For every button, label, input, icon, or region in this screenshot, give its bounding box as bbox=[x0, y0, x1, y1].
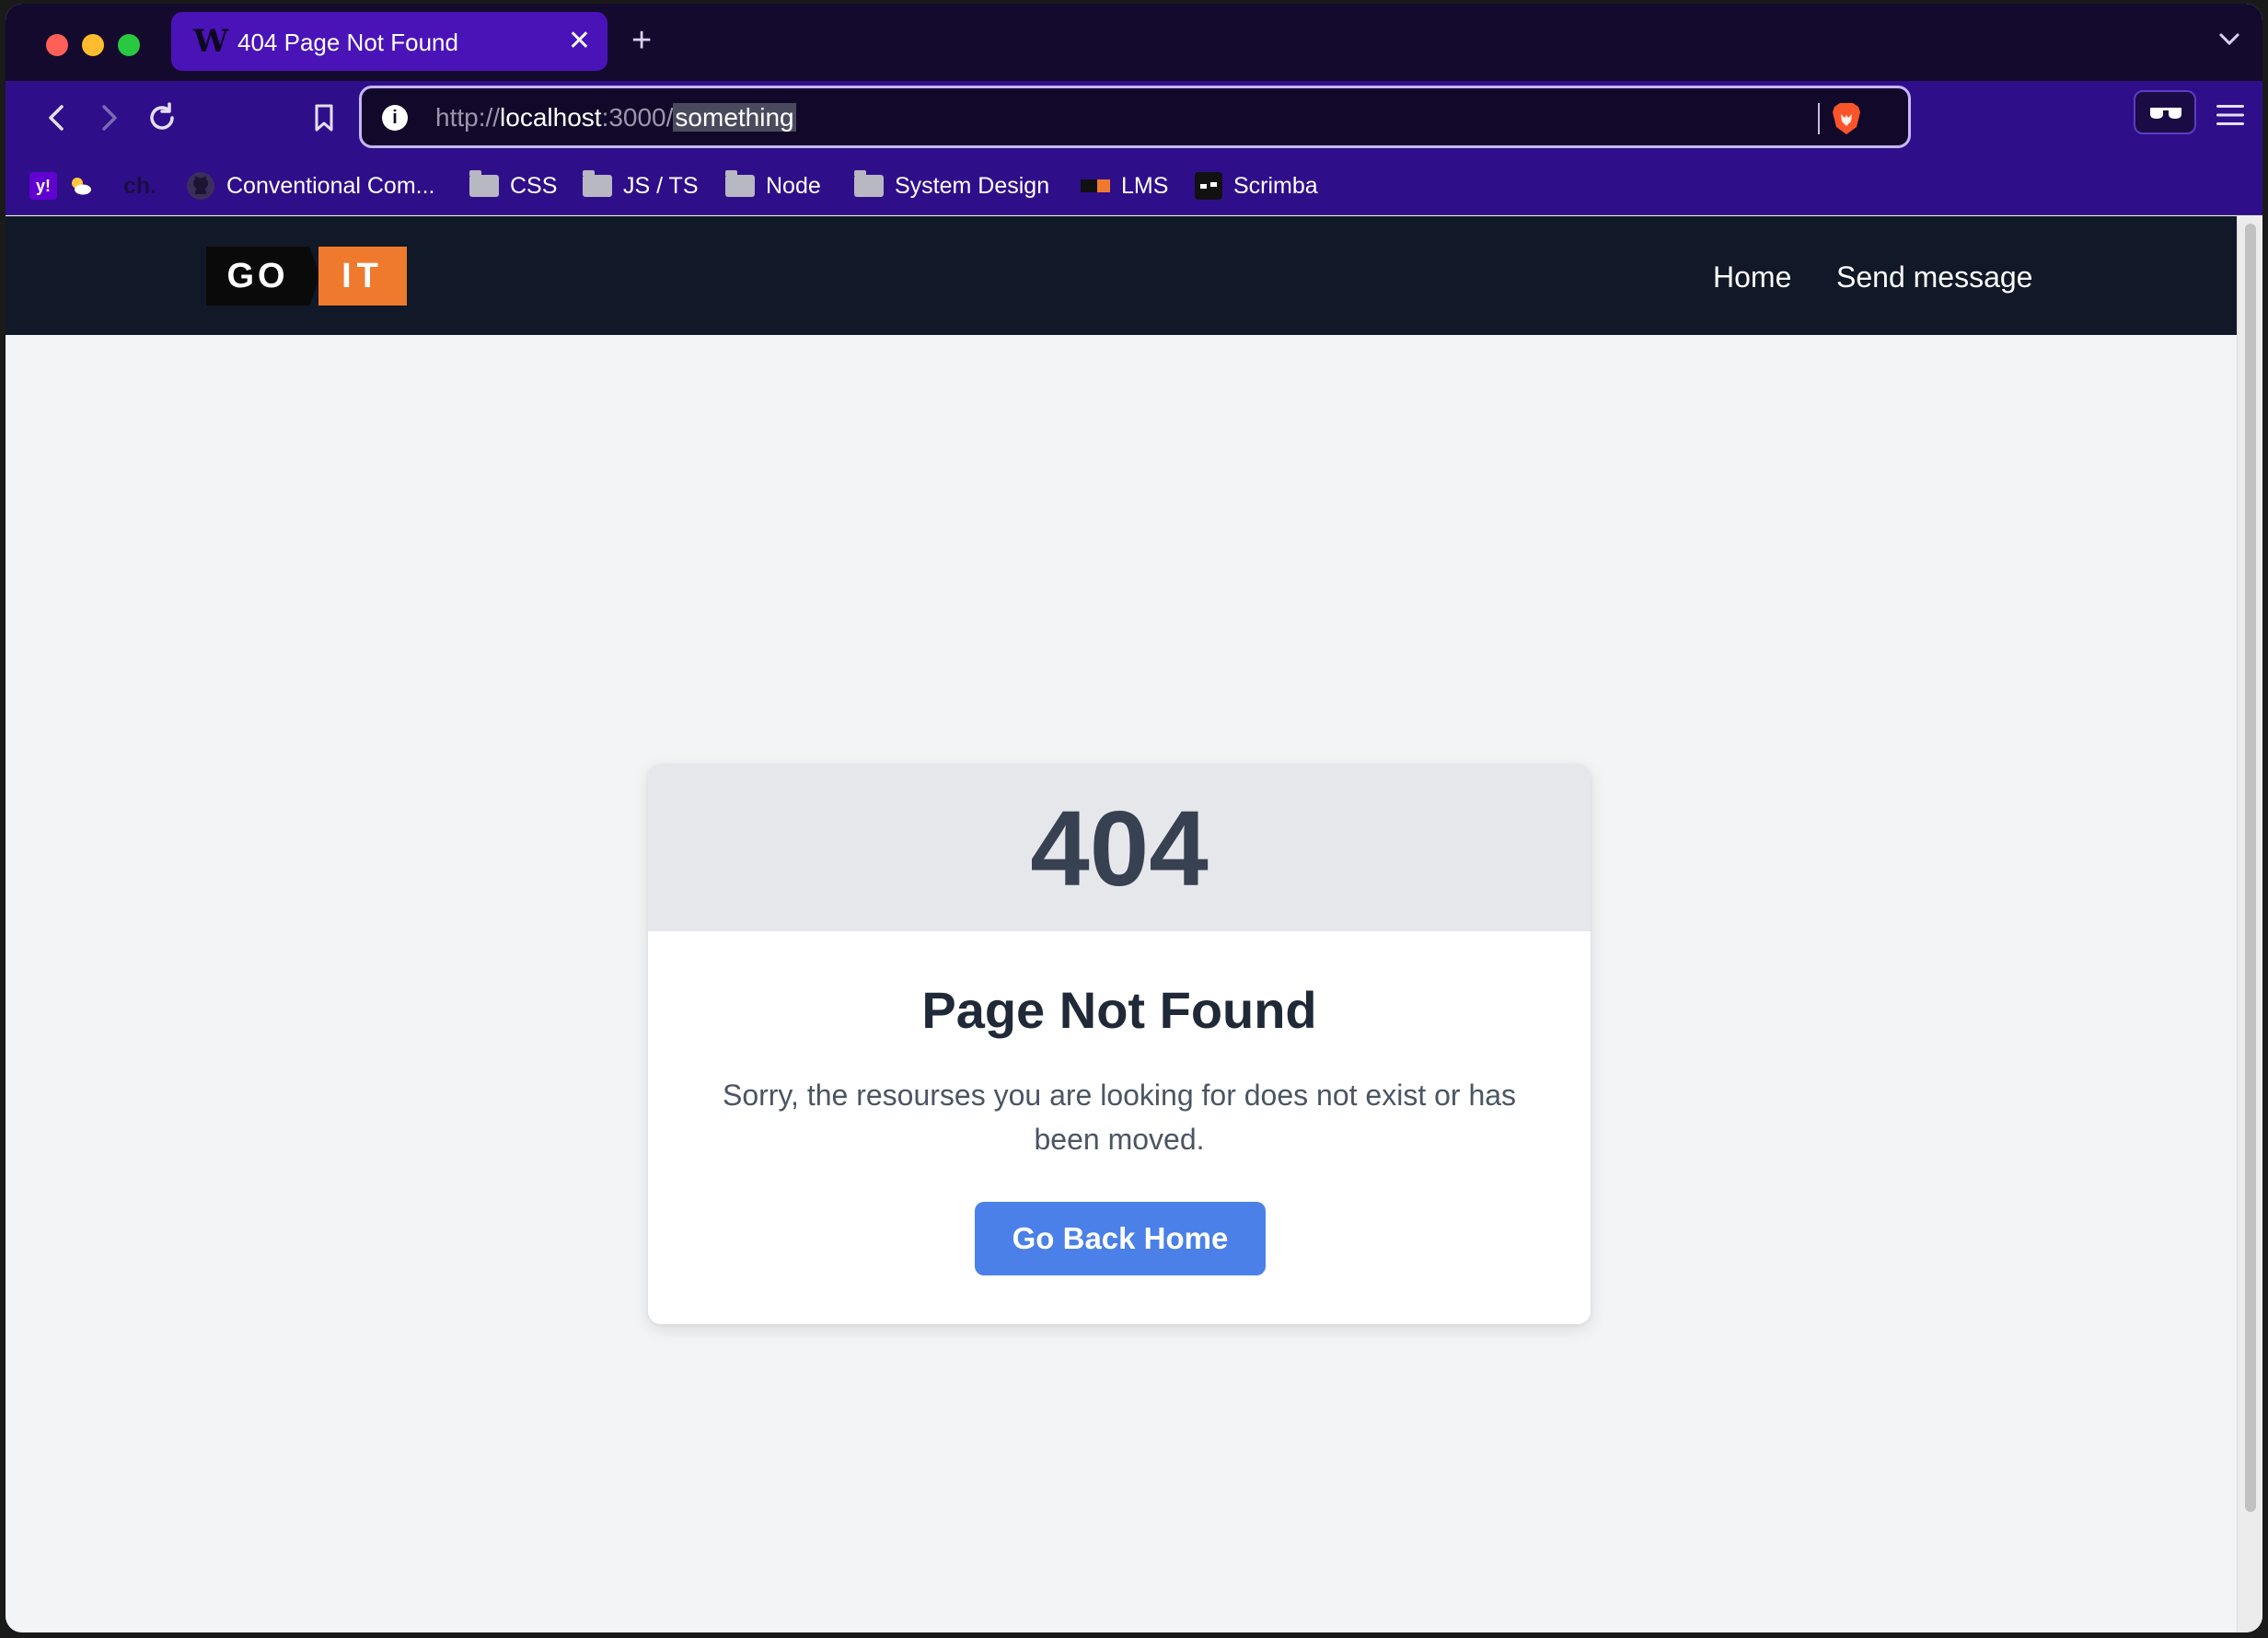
bookmark-label: CSS bbox=[510, 172, 558, 199]
weather-icon bbox=[72, 178, 91, 195]
error-card: 404 Page Not Found Sorry, the resourses … bbox=[648, 764, 1591, 1324]
tab-close-icon[interactable]: ✕ bbox=[568, 25, 591, 58]
reload-icon[interactable] bbox=[144, 99, 180, 136]
page-scrollbar[interactable] bbox=[2237, 216, 2262, 1632]
site-header: GO IT Home Send message bbox=[6, 216, 2237, 335]
url-path: something bbox=[673, 103, 796, 132]
new-tab-button[interactable]: + bbox=[631, 22, 652, 59]
maximize-window-button[interactable] bbox=[118, 34, 140, 56]
bookmark-lms[interactable]: LMS bbox=[1081, 169, 1168, 202]
browser-toolbar: i http://localhost:3000/something bbox=[6, 81, 2262, 156]
logo-it-text: IT bbox=[341, 257, 384, 295]
error-card-header: 404 bbox=[648, 764, 1591, 931]
back-icon[interactable] bbox=[39, 99, 75, 136]
goit-icon bbox=[1081, 179, 1110, 192]
url-port: :3000/ bbox=[601, 103, 674, 132]
go-back-home-button[interactable]: Go Back Home bbox=[975, 1202, 1266, 1275]
browser-window: W 404 Page Not Found ✕ + i http://localh… bbox=[6, 4, 2262, 1632]
address-bar[interactable]: i http://localhost:3000/something bbox=[359, 86, 1911, 148]
error-code: 404 bbox=[1030, 789, 1209, 908]
glasses-icon bbox=[2150, 108, 2181, 119]
error-title: Page Not Found bbox=[921, 981, 1317, 1039]
url-host: localhost bbox=[500, 103, 602, 132]
site-info-icon[interactable]: i bbox=[382, 105, 408, 131]
url-divider bbox=[1818, 103, 1820, 134]
bookmark-label: Node bbox=[766, 172, 821, 199]
scrollbar-thumb[interactable] bbox=[2245, 224, 2256, 1512]
bookmark-conventional-commits[interactable]: Conventional Com... bbox=[186, 169, 435, 202]
logo-go-text: GO bbox=[226, 257, 288, 295]
goit-logo[interactable]: GO IT bbox=[206, 247, 407, 306]
page-content: GO IT Home Send message 404 Page Not Fou… bbox=[6, 216, 2237, 1632]
nav-send-message-link[interactable]: Send message bbox=[1836, 259, 2032, 295]
bookmark-label: LMS bbox=[1121, 172, 1169, 199]
bookmark-yahoo[interactable]: y! bbox=[29, 169, 57, 202]
minimize-window-button[interactable] bbox=[82, 34, 104, 56]
tab-title: 404 Page Not Found bbox=[237, 29, 458, 56]
chevron-down-icon[interactable] bbox=[2216, 26, 2242, 52]
bookmark-folder-css[interactable]: CSS bbox=[469, 169, 557, 202]
nav-home-link[interactable]: Home bbox=[1713, 259, 1791, 295]
folder-icon bbox=[725, 170, 755, 197]
tab-favicon-icon: W bbox=[193, 23, 229, 60]
folder-icon bbox=[854, 170, 884, 197]
hamburger-menu-icon[interactable] bbox=[2215, 101, 2246, 129]
bookmark-weather[interactable] bbox=[66, 169, 94, 202]
tab-active[interactable]: W 404 Page Not Found ✕ bbox=[171, 12, 608, 71]
reader-mode-button[interactable] bbox=[2134, 90, 2196, 134]
tab-bar: W 404 Page Not Found ✕ + bbox=[6, 4, 2262, 81]
bookmark-label: System Design bbox=[895, 172, 1050, 199]
bookmark-icon[interactable] bbox=[306, 99, 342, 136]
yahoo-icon: y! bbox=[29, 172, 57, 200]
bookmark-folder-node[interactable]: Node bbox=[725, 169, 821, 202]
bookmark-label: Conventional Com... bbox=[226, 172, 435, 199]
bookmark-scrimba[interactable]: Scrimba bbox=[1195, 169, 1318, 202]
forward-icon[interactable] bbox=[90, 99, 127, 136]
github-icon bbox=[187, 172, 214, 200]
brave-shields-icon[interactable] bbox=[1831, 101, 1862, 136]
bookmark-ch[interactable]: ch. bbox=[123, 169, 156, 202]
close-window-button[interactable] bbox=[46, 34, 68, 56]
url-scheme: http:// bbox=[435, 103, 501, 132]
bookmark-label: JS / TS bbox=[623, 172, 699, 199]
url-text[interactable]: http://localhost:3000/something bbox=[435, 103, 796, 133]
ch-icon: ch. bbox=[123, 172, 157, 199]
error-message: Sorry, the resourses you are looking for… bbox=[722, 1079, 1517, 1156]
folder-icon bbox=[469, 170, 499, 197]
bookmark-folder-js-ts[interactable]: JS / TS bbox=[583, 169, 699, 202]
scrimba-icon bbox=[1195, 172, 1222, 200]
bookmarks-bar: y! ch. Conventional Com... CSS JS / TS N… bbox=[6, 156, 2262, 215]
bookmark-label: Scrimba bbox=[1233, 172, 1318, 199]
bookmark-folder-system-design[interactable]: System Design bbox=[854, 169, 1049, 202]
folder-icon bbox=[583, 170, 612, 197]
